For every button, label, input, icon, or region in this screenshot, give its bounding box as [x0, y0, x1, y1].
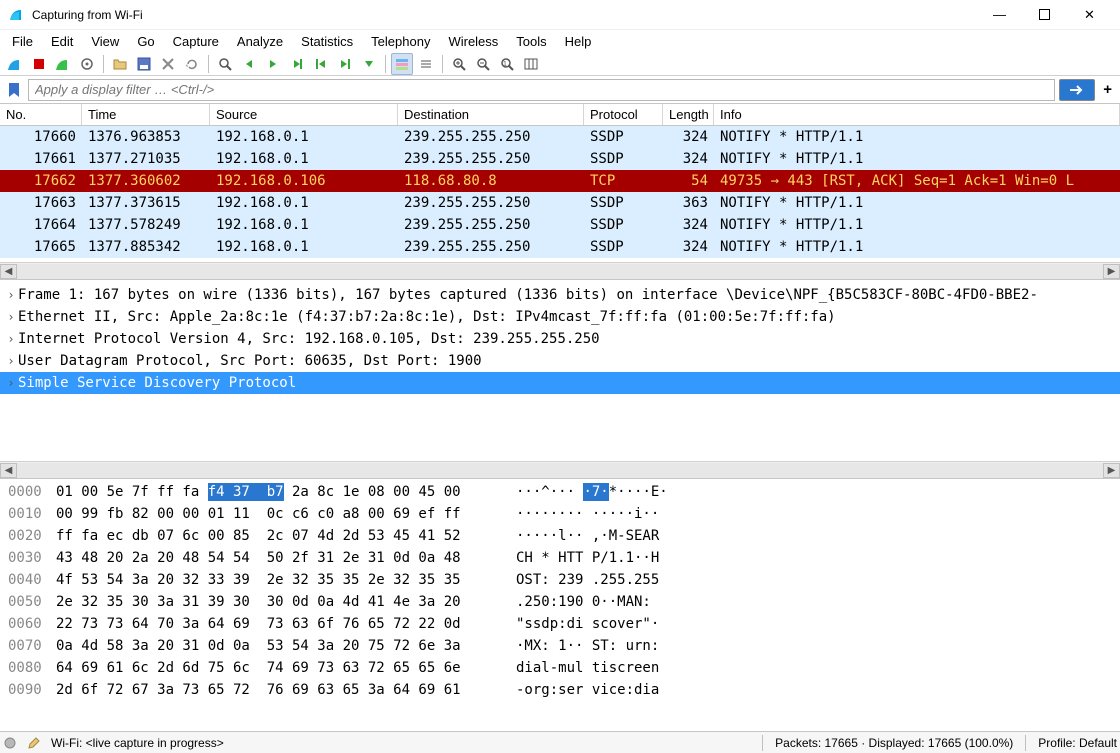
zoom-out-button[interactable] [472, 53, 494, 75]
menu-capture[interactable]: Capture [165, 32, 227, 51]
zoom-in-button[interactable] [448, 53, 470, 75]
resize-columns-button[interactable] [520, 53, 542, 75]
hex-row[interactable]: 006022 73 73 64 70 3a 64 69 73 63 6f 76 … [0, 613, 1120, 635]
minimize-button[interactable]: ― [977, 1, 1022, 29]
hex-row[interactable]: 0020ff fa ec db 07 6c 00 85 2c 07 4d 2d … [0, 525, 1120, 547]
status-profile[interactable]: Profile: Default [1038, 736, 1117, 750]
protocol-tree-item[interactable]: ›Frame 1: 167 bytes on wire (1336 bits),… [0, 284, 1120, 306]
restart-capture-button[interactable] [52, 53, 74, 75]
add-filter-button[interactable]: + [1099, 81, 1116, 98]
find-packet-button[interactable] [214, 53, 236, 75]
go-forward-button[interactable] [262, 53, 284, 75]
column-header-source[interactable]: Source [210, 104, 398, 125]
column-header-info[interactable]: Info [714, 104, 1120, 125]
menu-telephony[interactable]: Telephony [363, 32, 438, 51]
hex-row[interactable]: 00404f 53 54 3a 20 32 33 39 2e 32 35 35 … [0, 569, 1120, 591]
colorize-button[interactable] [391, 53, 413, 75]
stop-capture-button[interactable] [28, 53, 50, 75]
hex-row[interactable]: 00700a 4d 58 3a 20 31 0d 0a 53 54 3a 20 … [0, 635, 1120, 657]
reload-button[interactable] [181, 53, 203, 75]
status-interface: Wi-Fi: <live capture in progress> [51, 736, 224, 750]
packet-row[interactable]: 176601376.963853192.168.0.1239.255.255.2… [0, 126, 1120, 148]
menu-view[interactable]: View [83, 32, 127, 51]
column-header-length[interactable]: Length [663, 104, 714, 125]
status-expert-icon[interactable] [3, 736, 17, 750]
column-header-no[interactable]: No. [0, 104, 82, 125]
go-back-button[interactable] [238, 53, 260, 75]
edit-capture-comment-icon[interactable] [27, 736, 41, 750]
bookmark-icon[interactable] [4, 83, 24, 97]
wireshark-icon [8, 7, 24, 23]
menu-tools[interactable]: Tools [508, 32, 554, 51]
maximize-button[interactable] [1022, 1, 1067, 29]
display-filter-input[interactable] [28, 79, 1055, 101]
close-button[interactable]: ✕ [1067, 1, 1112, 29]
packet-row[interactable]: 176621377.360602192.168.0.106118.68.80.8… [0, 170, 1120, 192]
menu-help[interactable]: Help [557, 32, 600, 51]
svg-text:1: 1 [503, 61, 507, 68]
menu-go[interactable]: Go [129, 32, 162, 51]
go-first-button[interactable] [310, 53, 332, 75]
text-colorize-button[interactable] [415, 53, 437, 75]
close-file-button[interactable] [157, 53, 179, 75]
protocol-tree-item[interactable]: ›Ethernet II, Src: Apple_2a:8c:1e (f4:37… [0, 306, 1120, 328]
column-header-time[interactable]: Time [82, 104, 210, 125]
hex-row[interactable]: 001000 99 fb 82 00 00 01 11 0c c6 c0 a8 … [0, 503, 1120, 525]
column-header-destination[interactable]: Destination [398, 104, 584, 125]
start-capture-button[interactable] [4, 53, 26, 75]
packet-row[interactable]: 176651377.885342192.168.0.1239.255.255.2… [0, 236, 1120, 258]
auto-scroll-button[interactable] [358, 53, 380, 75]
hex-row[interactable]: 008064 69 61 6c 2d 6d 75 6c 74 69 73 63 … [0, 657, 1120, 679]
packet-list-scrollbar[interactable]: ◀▶ [0, 262, 1120, 279]
protocol-tree-item[interactable]: ›User Datagram Protocol, Src Port: 60635… [0, 350, 1120, 372]
protocol-tree-item[interactable]: ›Internet Protocol Version 4, Src: 192.1… [0, 328, 1120, 350]
hex-row[interactable]: 003043 48 20 2a 20 48 54 54 50 2f 31 2e … [0, 547, 1120, 569]
menu-wireless[interactable]: Wireless [440, 32, 506, 51]
packet-row[interactable]: 176641377.578249192.168.0.1239.255.255.2… [0, 214, 1120, 236]
menu-edit[interactable]: Edit [43, 32, 81, 51]
open-file-button[interactable] [109, 53, 131, 75]
window-title: Capturing from Wi-Fi [32, 8, 977, 22]
menu-file[interactable]: File [4, 32, 41, 51]
menu-analyze[interactable]: Analyze [229, 32, 291, 51]
go-to-packet-button[interactable] [286, 53, 308, 75]
status-packets: Packets: 17665 · Displayed: 17665 (100.0… [775, 736, 1013, 750]
protocol-tree-item[interactable]: ›Simple Service Discovery Protocol [0, 372, 1120, 394]
menu-statistics[interactable]: Statistics [293, 32, 361, 51]
go-last-button[interactable] [334, 53, 356, 75]
save-file-button[interactable] [133, 53, 155, 75]
column-header-protocol[interactable]: Protocol [584, 104, 663, 125]
capture-options-button[interactable] [76, 53, 98, 75]
packet-row[interactable]: 176611377.271035192.168.0.1239.255.255.2… [0, 148, 1120, 170]
zoom-reset-button[interactable]: 1 [496, 53, 518, 75]
apply-filter-button[interactable] [1059, 79, 1095, 101]
hex-row[interactable]: 000001 00 5e 7f ff fa f4 37 b7 2a 8c 1e … [0, 481, 1120, 503]
packet-row[interactable]: 176631377.373615192.168.0.1239.255.255.2… [0, 192, 1120, 214]
details-scrollbar[interactable]: ◀▶ [0, 461, 1120, 478]
hex-row[interactable]: 00502e 32 35 30 3a 31 39 30 30 0d 0a 4d … [0, 591, 1120, 613]
hex-row[interactable]: 00902d 6f 72 67 3a 73 65 72 76 69 63 65 … [0, 679, 1120, 701]
